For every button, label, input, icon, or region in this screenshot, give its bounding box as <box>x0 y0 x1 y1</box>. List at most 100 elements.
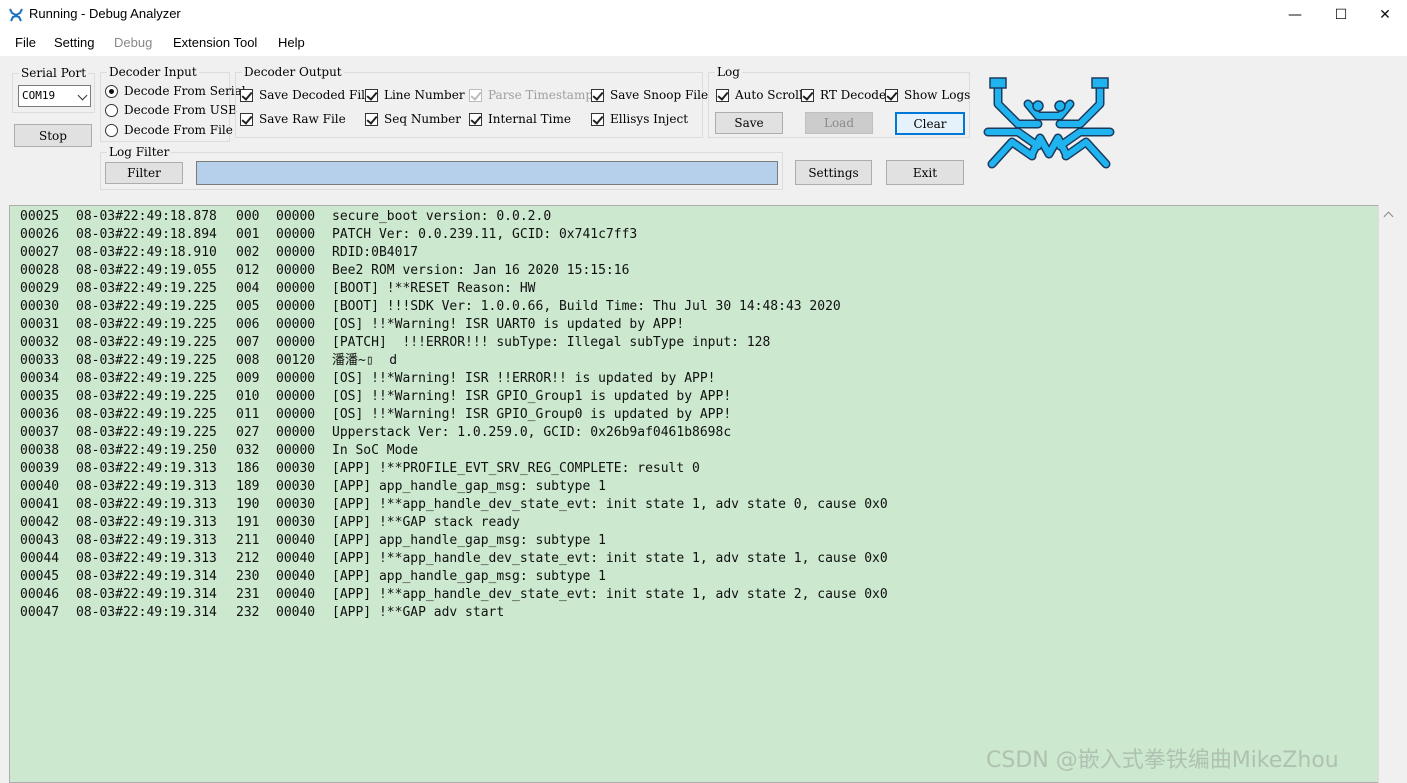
log-line: 00042 <box>20 515 60 530</box>
checkbox-label: Seq Number <box>384 112 461 126</box>
checkbox-parse-timestamp[interactable]: Parse Timestamp <box>469 88 593 102</box>
log-msg: In SoC Mode <box>332 443 419 458</box>
checkbox-label: Save Decoded File <box>259 88 373 102</box>
exit-button[interactable]: Exit <box>886 160 964 185</box>
radio-decode-from-serial[interactable]: Decode From Serial <box>105 84 246 98</box>
log-time: 08-03#22:49:19.314 <box>76 605 217 620</box>
log-msg: 潘潘~▯ d <box>332 353 398 368</box>
menu-setting[interactable]: Setting <box>54 35 94 50</box>
log-output[interactable]: 00025 08-03#22:49:18.878 000 00000 secure_bo… <box>9 205 1378 783</box>
log-msg: [APP] app_handle_gap_msg: subtype 1 <box>332 569 606 584</box>
log-code: 00000 <box>276 227 316 242</box>
checkbox-save-decoded-file[interactable]: Save Decoded File <box>240 88 372 102</box>
checkbox-save-snoop-file[interactable]: Save Snoop File <box>591 88 708 102</box>
watermark: CSDN @嵌入式拳铁编曲MikeZhou <box>986 748 1339 773</box>
log-line: 00028 <box>20 263 60 278</box>
log-code: 00000 <box>276 299 316 314</box>
com-port-select[interactable]: COM19 <box>18 85 91 107</box>
checkbox-indicator <box>469 88 482 102</box>
window-title: Running - Debug Analyzer <box>29 6 181 21</box>
serial-port-title: Serial Port <box>19 66 89 80</box>
log-time: 08-03#22:49:19.313 <box>76 551 217 566</box>
log-code: 00040 <box>276 569 316 584</box>
checkbox-label: Parse Timestamp <box>488 88 594 102</box>
log-code: 00000 <box>276 407 316 422</box>
log-seq: 000 <box>236 209 260 224</box>
filter-input[interactable] <box>196 161 778 185</box>
log-time: 08-03#22:49:19.313 <box>76 533 217 548</box>
log-seq: 012 <box>236 263 260 278</box>
log-msg: Bee2 ROM version: Jan 16 2020 15:15:16 <box>332 263 630 278</box>
log-line: 00025 <box>20 209 60 224</box>
checkbox-seq-number[interactable]: Seq Number <box>365 112 461 126</box>
log-msg: [APP] app_handle_gap_msg: subtype 1 <box>332 479 606 494</box>
checkbox-show-logs[interactable]: Show Logs <box>885 88 970 102</box>
checkbox-save-raw-file[interactable]: Save Raw File <box>240 112 346 126</box>
close-button[interactable]: ✕ <box>1362 0 1407 30</box>
log-seq: 001 <box>236 227 260 242</box>
checkbox-internal-time[interactable]: Internal Time <box>469 112 571 126</box>
menu-file[interactable]: File <box>15 35 36 50</box>
log-code: 00000 <box>276 371 316 386</box>
save-button[interactable]: Save <box>715 112 783 134</box>
log-code: 00000 <box>276 209 316 224</box>
log-seq: 010 <box>236 389 260 404</box>
radio-indicator <box>105 103 118 117</box>
log-msg: [OS] !!*Warning! ISR GPIO_Group0 is upda… <box>332 407 732 422</box>
log-filter-group: Log Filter Filter <box>100 145 783 190</box>
log-line: 00026 <box>20 227 60 242</box>
log-msg: [APP] !**app_handle_dev_state_evt: init … <box>332 551 888 566</box>
log-seq: 231 <box>236 587 260 602</box>
checkbox-indicator <box>591 112 604 126</box>
menu-help[interactable]: Help <box>278 35 305 50</box>
checkbox-rt-decode[interactable]: RT Decode <box>801 88 886 102</box>
log-time: 08-03#22:49:19.313 <box>76 515 217 530</box>
checkbox-ellisys-inject[interactable]: Ellisys Inject <box>591 112 688 126</box>
radio-decode-from-file[interactable]: Decode From File <box>105 123 233 137</box>
stop-button[interactable]: Stop <box>14 124 92 147</box>
log-line: 00039 <box>20 461 60 476</box>
log-line: 00033 <box>20 353 60 368</box>
vertical-scrollbar[interactable] <box>1378 205 1398 783</box>
log-time: 08-03#22:49:18.894 <box>76 227 217 242</box>
log-seq: 211 <box>236 533 260 548</box>
menu-bar: File Setting Debug Extension Tool Help <box>0 30 1407 56</box>
filter-button[interactable]: Filter <box>105 162 183 184</box>
log-time: 08-03#22:49:18.910 <box>76 245 217 260</box>
maximize-button[interactable]: ☐ <box>1318 0 1364 30</box>
log-line: 00041 <box>20 497 60 512</box>
log-line: 00038 <box>20 443 60 458</box>
log-line: 00046 <box>20 587 60 602</box>
minimize-button[interactable]: — <box>1272 0 1318 30</box>
log-time: 08-03#22:49:19.313 <box>76 479 217 494</box>
clear-button[interactable]: Clear <box>895 112 965 135</box>
serial-port-group: Serial Port COM19 <box>12 66 95 113</box>
log-msg: [BOOT] !**RESET Reason: HW <box>332 281 536 296</box>
log-msg: PATCH Ver: 0.0.239.11, GCID: 0x741c7ff3 <box>332 227 638 242</box>
log-line: 00044 <box>20 551 60 566</box>
checkbox-line-number[interactable]: Line Number <box>365 88 465 102</box>
radio-decode-from-usb[interactable]: Decode From USB <box>105 103 237 117</box>
log-msg: [APP] !**app_handle_dev_state_evt: init … <box>332 587 888 602</box>
settings-button[interactable]: Settings <box>795 160 872 185</box>
menu-extension-tool[interactable]: Extension Tool <box>173 35 257 50</box>
log-code: 00040 <box>276 605 316 620</box>
log-line: 00040 <box>20 479 60 494</box>
log-time: 08-03#22:49:19.313 <box>76 461 217 476</box>
log-msg: [APP] !**app_handle_dev_state_evt: init … <box>332 497 888 512</box>
log-seq: 004 <box>236 281 260 296</box>
load-button[interactable]: Load <box>805 112 873 134</box>
checkbox-auto-scroll[interactable]: Auto Scroll <box>716 88 803 102</box>
realtek-crab-logo <box>983 77 1115 169</box>
log-msg: secure_boot version: 0.0.2.0 <box>332 209 552 224</box>
log-line: 00032 <box>20 335 60 350</box>
log-time: 08-03#22:49:19.250 <box>76 443 217 458</box>
decoder-input-title: Decoder Input <box>107 65 199 79</box>
log-msg: [OS] !!*Warning! ISR UART0 is updated by… <box>332 317 685 332</box>
chevron-up-icon[interactable] <box>1383 211 1394 222</box>
log-seq: 190 <box>236 497 260 512</box>
checkbox-indicator <box>469 112 482 126</box>
log-seq: 007 <box>236 335 260 350</box>
checkbox-indicator <box>885 88 898 102</box>
menu-debug[interactable]: Debug <box>114 35 152 50</box>
